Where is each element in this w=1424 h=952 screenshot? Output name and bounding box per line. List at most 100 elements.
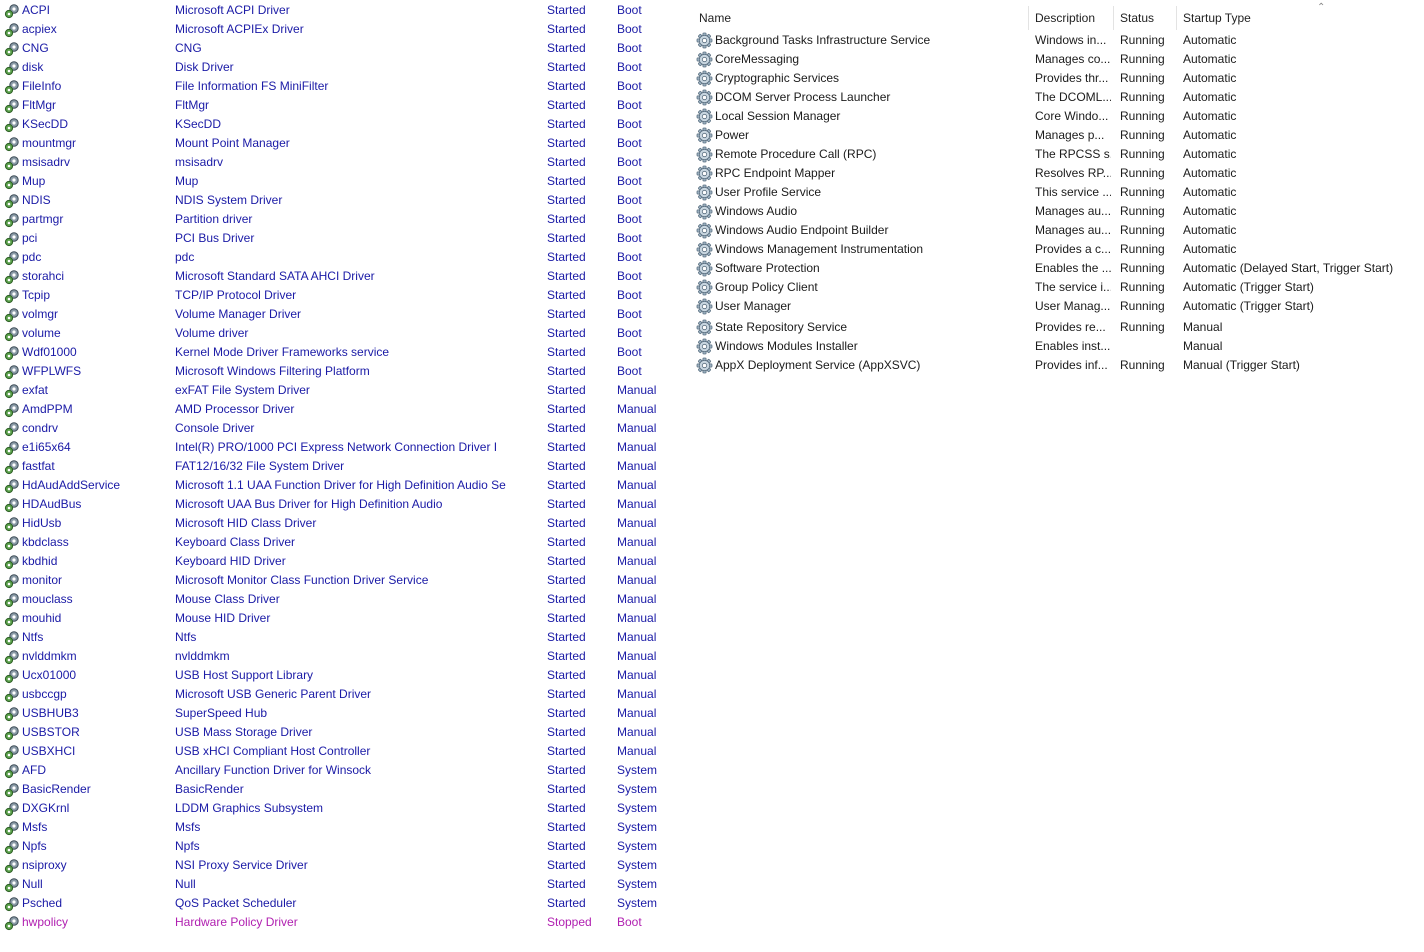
- driver-row[interactable]: volume Volume driver Started Boot: [0, 324, 680, 343]
- driver-name: Wdf01000: [22, 345, 77, 359]
- service-row[interactable]: Windows Management Instrumentation Provid…: [690, 240, 1424, 259]
- service-row[interactable]: AppX Deployment Service (AppXSVC) Provide…: [690, 356, 1424, 375]
- service-row[interactable]: User Manager User Manag... Running Automati…: [690, 297, 1424, 316]
- driver-start-type: Boot: [617, 98, 642, 112]
- driver-name: exfat: [22, 383, 49, 397]
- column-divider[interactable]: [1176, 6, 1177, 30]
- driver-start-type: Boot: [617, 60, 642, 74]
- driver-name: nvlddmkm: [22, 649, 77, 663]
- service-row[interactable]: CoreMessaging Manages co... Running Automat…: [690, 50, 1424, 69]
- service-row[interactable]: RPC Endpoint Mapper Resolves RP... Running…: [690, 164, 1424, 183]
- driver-row[interactable]: e1i65x64 Intel(R) PRO/1000 PCI Express Ne…: [0, 438, 680, 457]
- driver-name: CNG: [22, 41, 49, 55]
- driver-start-type: Boot: [617, 3, 642, 17]
- driver-row[interactable]: Ucx01000 USB Host Support Library Started M…: [0, 666, 680, 685]
- driver-row[interactable]: acpiex Microsoft ACPIEx Driver Started Boot: [0, 20, 680, 39]
- driver-row[interactable]: DXGKrnl LDDM Graphics Subsystem Started Sys…: [0, 799, 680, 818]
- service-startup-type: Manual (Trigger Start): [1183, 358, 1300, 372]
- driver-row[interactable]: FileInfo File Information FS MiniFilter St…: [0, 77, 680, 96]
- driver-row[interactable]: CNG CNG Started Boot: [0, 39, 680, 58]
- driver-description: Ancillary Function Driver for Winsock: [175, 763, 372, 777]
- driver-row[interactable]: BasicRender BasicRender Started System: [0, 780, 680, 799]
- service-row[interactable]: Windows Modules Installer Enables inst...…: [690, 337, 1424, 356]
- driver-row[interactable]: ACPI Microsoft ACPI Driver Started Boot: [0, 1, 680, 20]
- driver-row[interactable]: pdc pdc Started Boot: [0, 248, 680, 267]
- driver-name: nsiproxy: [22, 858, 67, 872]
- driver-status: Started: [547, 364, 586, 378]
- driver-row[interactable]: pci PCI Bus Driver Started Boot: [0, 229, 680, 248]
- driver-description: nvlddmkm: [175, 649, 230, 663]
- service-row[interactable]: Windows Audio Manages au... Running Automat…: [690, 202, 1424, 221]
- driver-status: Started: [547, 516, 586, 530]
- driver-row[interactable]: Msfs Msfs Started System: [0, 818, 680, 837]
- driver-description: Keyboard HID Driver: [175, 554, 286, 568]
- driver-name: monitor: [22, 573, 63, 587]
- driver-row[interactable]: Tcpip TCP/IP Protocol Driver Started Boot: [0, 286, 680, 305]
- driver-row[interactable]: monitor Microsoft Monitor Class Function …: [0, 571, 680, 590]
- driver-row[interactable]: kbdhid Keyboard HID Driver Started Manual: [0, 552, 680, 571]
- service-startup-type: Manual: [1183, 339, 1223, 353]
- driver-row[interactable]: Ntfs Ntfs Started Manual: [0, 628, 680, 647]
- driver-name: FileInfo: [22, 79, 62, 93]
- service-row[interactable]: Background Tasks Infrastructure Service W…: [690, 31, 1424, 50]
- driver-row[interactable]: volmgr Volume Manager Driver Started Boot: [0, 305, 680, 324]
- driver-description: USB Mass Storage Driver: [175, 725, 313, 739]
- driver-row[interactable]: storahci Microsoft Standard SATA AHCI Dri…: [0, 267, 680, 286]
- driver-row[interactable]: nsiproxy NSI Proxy Service Driver Started S…: [0, 856, 680, 875]
- service-row[interactable]: DCOM Server Process Launcher The DCOML...…: [690, 88, 1424, 107]
- column-header-description[interactable]: Description: [1035, 11, 1095, 25]
- service-row[interactable]: Local Session Manager Core Windo... Runnin…: [690, 107, 1424, 126]
- driver-row[interactable]: WFPLWFS Microsoft Windows Filtering Platf…: [0, 362, 680, 381]
- column-header-status[interactable]: Status: [1120, 11, 1154, 25]
- driver-row[interactable]: AFD Ancillary Function Driver for Winsock…: [0, 761, 680, 780]
- driver-row[interactable]: hwpolicy Hardware Policy Driver Stopped Boo…: [0, 913, 680, 932]
- service-row[interactable]: Windows Audio Endpoint Builder Manages au…: [690, 221, 1424, 240]
- driver-row[interactable]: HDAudBus Microsoft UAA Bus Driver for Hig…: [0, 495, 680, 514]
- driver-row[interactable]: FltMgr FltMgr Started Boot: [0, 96, 680, 115]
- column-header-startup-type[interactable]: Startup Type: [1183, 11, 1251, 25]
- driver-row[interactable]: HdAudAddService Microsoft 1.1 UAA Functio…: [0, 476, 680, 495]
- driver-start-type: Manual: [617, 630, 657, 644]
- service-row[interactable]: State Repository Service Provides re... Ru…: [690, 318, 1424, 337]
- driver-row[interactable]: Psched QoS Packet Scheduler Started System: [0, 894, 680, 913]
- service-name: Cryptographic Services: [715, 71, 840, 85]
- service-row[interactable]: Group Policy Client The service i... Runni…: [690, 278, 1424, 297]
- driver-row[interactable]: kbdclass Keyboard Class Driver Started Manu…: [0, 533, 680, 552]
- driver-row[interactable]: KSecDD KSecDD Started Boot: [0, 115, 680, 134]
- driver-row[interactable]: USBSTOR USB Mass Storage Driver Started Man…: [0, 723, 680, 742]
- driver-row[interactable]: mouhid Mouse HID Driver Started Manual: [0, 609, 680, 628]
- service-row[interactable]: Cryptographic Services Provides thr... Run…: [690, 69, 1424, 88]
- driver-row[interactable]: NDIS NDIS System Driver Started Boot: [0, 191, 680, 210]
- driver-row[interactable]: partmgr Partition driver Started Boot: [0, 210, 680, 229]
- driver-row[interactable]: disk Disk Driver Started Boot: [0, 58, 680, 77]
- service-row[interactable]: User Profile Service This service ... Runn…: [690, 183, 1424, 202]
- driver-row[interactable]: nvlddmkm nvlddmkm Started Manual: [0, 647, 680, 666]
- driver-name: e1i65x64: [22, 440, 71, 454]
- driver-row[interactable]: AmdPPM AMD Processor Driver Started Manual: [0, 400, 680, 419]
- driver-row[interactable]: exfat exFAT File System Driver Started Manu…: [0, 381, 680, 400]
- driver-row[interactable]: condrv Console Driver Started Manual: [0, 419, 680, 438]
- service-row[interactable]: Software Protection Enables the ... Runnin…: [690, 259, 1424, 278]
- driver-row[interactable]: Wdf01000 Kernel Mode Driver Frameworks se…: [0, 343, 680, 362]
- service-description: Provides thr...: [1035, 71, 1109, 85]
- column-divider[interactable]: [1028, 6, 1029, 30]
- driver-row[interactable]: mountmgr Mount Point Manager Started Boot: [0, 134, 680, 153]
- gears-icon: [4, 402, 20, 418]
- driver-row[interactable]: fastfat FAT12/16/32 File System Driver Sta…: [0, 457, 680, 476]
- driver-row[interactable]: USBHUB3 SuperSpeed Hub Started Manual: [0, 704, 680, 723]
- service-startup-type: Automatic: [1183, 90, 1237, 104]
- service-row[interactable]: Remote Procedure Call (RPC) The RPCSS s..…: [690, 145, 1424, 164]
- driver-row[interactable]: USBXHCI USB xHCI Compliant Host Controlle…: [0, 742, 680, 761]
- driver-row[interactable]: usbccgp Microsoft USB Generic Parent Driv…: [0, 685, 680, 704]
- column-divider[interactable]: [1113, 6, 1114, 30]
- service-row[interactable]: Power Manages p... Running Automatic: [690, 126, 1424, 145]
- driver-row[interactable]: mouclass Mouse Class Driver Started Manual: [0, 590, 680, 609]
- column-header-name[interactable]: Name: [699, 11, 731, 25]
- driver-row[interactable]: Npfs Npfs Started System: [0, 837, 680, 856]
- driver-row[interactable]: msisadrv msisadrv Started Boot: [0, 153, 680, 172]
- driver-row[interactable]: HidUsb Microsoft HID Class Driver Started M…: [0, 514, 680, 533]
- driver-status: Started: [547, 820, 586, 834]
- driver-row[interactable]: Mup Mup Started Boot: [0, 172, 680, 191]
- service-name: CoreMessaging: [715, 52, 800, 66]
- driver-row[interactable]: Null Null Started System: [0, 875, 680, 894]
